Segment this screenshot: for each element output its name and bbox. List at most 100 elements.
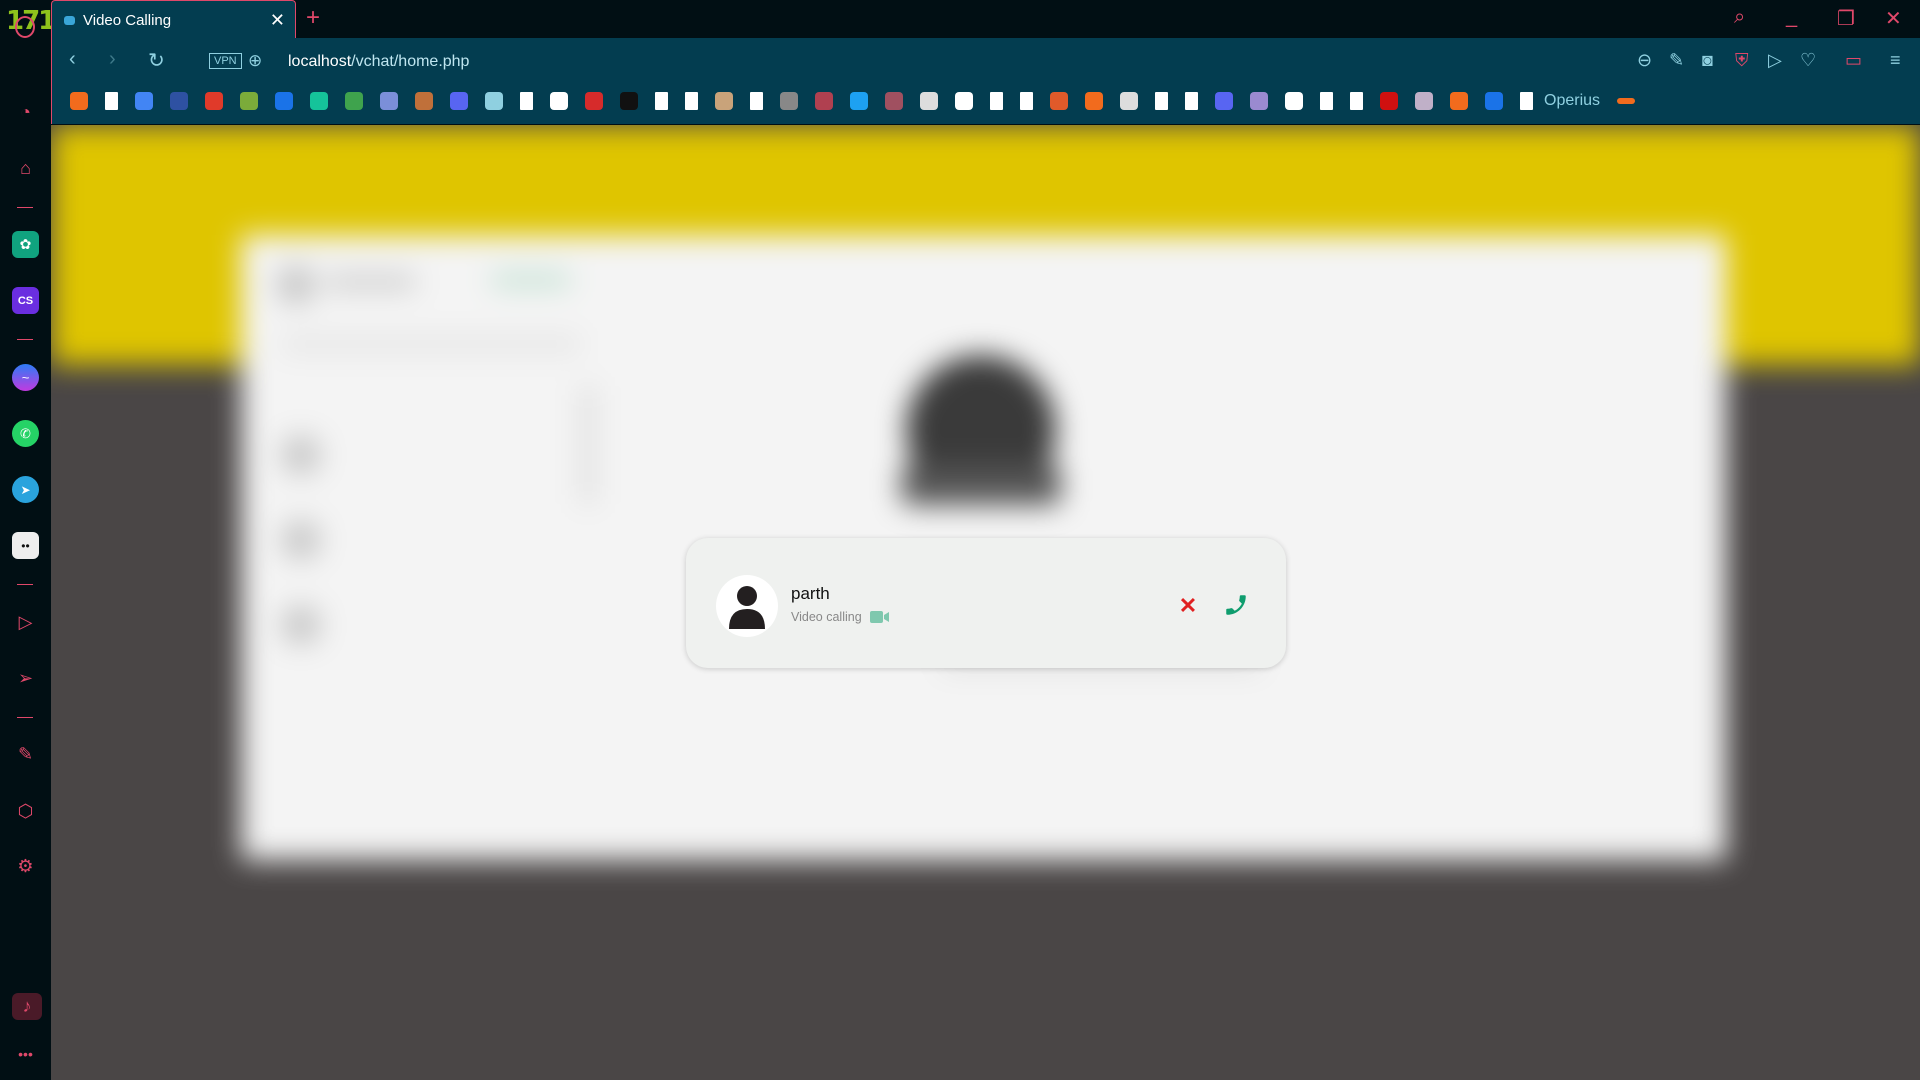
bookmark-page-icon[interactable] xyxy=(1320,92,1333,110)
zoom-out-icon[interactable]: ⊖ xyxy=(1637,50,1652,71)
more-icon[interactable]: ••• xyxy=(12,1040,39,1067)
new-tab-button[interactable]: + xyxy=(306,4,320,32)
bookmark-swoosh-icon[interactable] xyxy=(70,92,88,110)
decline-call-button[interactable]: ✕ xyxy=(1176,594,1200,618)
chatgpt-icon[interactable]: ✿ xyxy=(12,231,39,258)
back-button[interactable]: ‹ xyxy=(69,48,76,71)
bookmark-page-icon[interactable] xyxy=(685,92,698,110)
messenger-icon[interactable]: ~ xyxy=(12,364,39,391)
bookmark-page-icon[interactable] xyxy=(1350,92,1363,110)
bookmark-robot-icon[interactable] xyxy=(345,92,363,110)
accept-call-button[interactable] xyxy=(1223,592,1249,618)
divider xyxy=(17,717,33,718)
bookmark-image-icon[interactable] xyxy=(715,92,733,110)
telegram-icon[interactable]: ➤ xyxy=(12,476,39,503)
reload-button[interactable]: ↻ xyxy=(148,48,165,73)
bookmark-au-icon[interactable] xyxy=(1450,92,1468,110)
toolbar: ‹ › ↻ VPN ⊕ localhost/vchat/home.php ⊖ ✎… xyxy=(51,38,1920,124)
bookmark-operius[interactable]: Operius xyxy=(1544,92,1600,110)
music-off-icon[interactable]: ♪ xyxy=(12,993,42,1020)
bookmark-discord-icon[interactable] xyxy=(450,92,468,110)
send-icon[interactable]: ▷ xyxy=(1768,50,1782,71)
user-icon xyxy=(729,586,765,629)
close-tab-icon[interactable]: ✕ xyxy=(270,10,285,31)
bookmark-page-icon[interactable] xyxy=(990,92,1003,110)
discord-icon[interactable]: •• xyxy=(12,532,39,559)
bookmark-lens-icon[interactable] xyxy=(135,92,153,110)
page-content: parth Video calling ✕ xyxy=(51,125,1920,1080)
bookmark-page-icon[interactable] xyxy=(750,92,763,110)
forward-button[interactable]: › xyxy=(109,48,116,71)
bookmark-z-icon[interactable] xyxy=(275,92,293,110)
maximize-button[interactable]: ❐ xyxy=(1837,6,1855,31)
bookmark-github-icon[interactable] xyxy=(1285,92,1303,110)
bookmark-page-icon[interactable] xyxy=(655,92,668,110)
call-status-text: Video calling xyxy=(791,610,862,624)
play-icon[interactable]: ▷ xyxy=(12,609,39,636)
minimize-button[interactable]: _ xyxy=(1786,6,1797,29)
cs-icon[interactable]: CS xyxy=(12,287,39,314)
bookmark-book-icon[interactable] xyxy=(920,92,938,110)
bookmark-box-icon[interactable] xyxy=(415,92,433,110)
bookmark-s-icon[interactable] xyxy=(1485,92,1503,110)
bookmarks-bar: Operius xyxy=(70,92,1636,110)
url-path: /vchat/home.php xyxy=(351,53,470,70)
whatsapp-icon[interactable]: ✆ xyxy=(12,420,39,447)
bookmark-flame-icon[interactable] xyxy=(585,92,603,110)
notes-icon[interactable]: ✎ xyxy=(12,741,39,768)
bookmark-fox-icon[interactable] xyxy=(205,92,223,110)
bookmark-folder-icon[interactable] xyxy=(485,92,503,110)
cube-icon[interactable]: ⬡ xyxy=(12,798,39,825)
bookmark-page-icon[interactable] xyxy=(105,92,118,110)
search-icon[interactable]: ⌕ xyxy=(1734,6,1745,29)
caller-avatar xyxy=(716,575,778,637)
settings-icon[interactable]: ⚙ xyxy=(12,853,39,880)
incoming-call-card: parth Video calling ✕ xyxy=(686,538,1286,668)
bookmark-search-icon[interactable] xyxy=(380,92,398,110)
heart-icon[interactable]: ♡ xyxy=(1800,50,1816,71)
video-camera-icon xyxy=(869,611,889,623)
globe-icon[interactable]: ⊕ xyxy=(248,51,262,71)
toolbox-icon[interactable]: ⌂ xyxy=(12,155,39,182)
bookmark-discord-icon[interactable] xyxy=(1215,92,1233,110)
bookmark-codepen-icon[interactable] xyxy=(550,92,568,110)
bookmark-mal-icon[interactable] xyxy=(170,92,188,110)
tab-video-calling[interactable]: Video Calling ✕ xyxy=(51,0,296,39)
bookmark-grammarly-icon[interactable] xyxy=(310,92,328,110)
bookmark-bar-icon[interactable] xyxy=(1050,92,1068,110)
send-icon[interactable]: ➢ xyxy=(12,665,39,692)
bookmark-x-icon[interactable] xyxy=(850,92,868,110)
bookmark-page-icon[interactable] xyxy=(1155,92,1168,110)
divider xyxy=(17,339,33,340)
url-host: localhost xyxy=(288,53,352,70)
close-window-button[interactable]: ✕ xyxy=(1885,6,1902,31)
bookmark-page-icon[interactable] xyxy=(1520,92,1533,110)
browser-logo[interactable]: 171 xyxy=(6,6,56,38)
shield-icon[interactable]: ⛨ xyxy=(1735,50,1749,71)
bookmark-dragon-icon[interactable] xyxy=(1250,92,1268,110)
address-bar[interactable]: localhost/vchat/home.php xyxy=(288,53,469,71)
bookmark-store-icon[interactable] xyxy=(1120,92,1138,110)
speed-dial-icon[interactable]: ◔ xyxy=(12,99,39,126)
bookmark-image-icon[interactable] xyxy=(885,92,903,110)
bookmark-swoosh-icon[interactable] xyxy=(1617,98,1636,104)
battery-icon[interactable]: ▭ xyxy=(1845,50,1862,71)
bookmark-chess-icon[interactable] xyxy=(240,92,258,110)
bookmark-page-icon[interactable] xyxy=(520,92,533,110)
bookmark-anime-icon[interactable] xyxy=(1415,92,1433,110)
call-status: Video calling xyxy=(791,610,890,624)
divider xyxy=(17,584,33,585)
bookmark-robot-icon[interactable] xyxy=(1380,92,1398,110)
bookmark-page-icon[interactable] xyxy=(1185,92,1198,110)
bookmark-torch-icon[interactable] xyxy=(955,92,973,110)
bookmark-image-icon[interactable] xyxy=(780,92,798,110)
vpn-button[interactable]: VPN xyxy=(209,53,242,69)
bookmark-dark-icon[interactable] xyxy=(620,92,638,110)
bookmark-p-icon[interactable] xyxy=(1085,92,1103,110)
bookmark-page-icon[interactable] xyxy=(1020,92,1033,110)
camera-icon[interactable]: ◙ xyxy=(1702,50,1713,71)
bookmark-image-icon[interactable] xyxy=(815,92,833,110)
customize-icon[interactable]: ≡ xyxy=(1890,50,1901,71)
notes-icon[interactable]: ✎ xyxy=(1669,50,1684,71)
app-sidebar: 171 ◔ ⌂ ✿ CS ~ ✆ ➤ •• ▷ ➢ ✎ ⬡ ⚙ ♪ ••• xyxy=(0,0,56,1080)
